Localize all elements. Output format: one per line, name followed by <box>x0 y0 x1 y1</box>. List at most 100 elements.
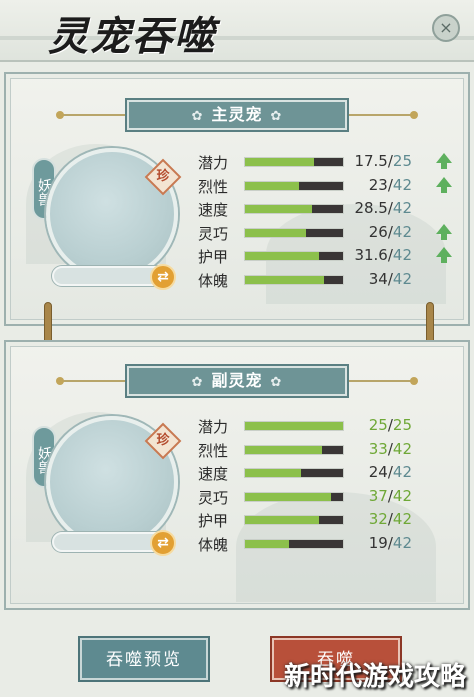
stat-max: 42 <box>392 463 412 481</box>
stat-row: 体魄 34/42 <box>198 270 458 292</box>
stat-label: 潜力 <box>198 418 229 436</box>
stat-bar <box>244 274 344 285</box>
title-bar: 灵宠吞噬 × <box>0 0 474 62</box>
main-pet-header-label: 主灵宠 <box>211 105 263 124</box>
stat-current: 23 <box>368 175 388 194</box>
stat-label: 速度 <box>198 201 229 219</box>
stat-value: 19/42 <box>368 533 412 552</box>
up-arrow-icon <box>436 247 452 263</box>
stat-bar-fill <box>245 181 299 190</box>
header-ornament-dot-left <box>56 377 64 385</box>
up-arrow-icon <box>436 153 452 169</box>
stat-bar-fill <box>245 445 323 454</box>
stat-value: 32/42 <box>368 510 412 528</box>
stat-max: 42 <box>392 175 412 194</box>
stat-bar-fill <box>245 539 290 548</box>
stat-current: 28.5 <box>354 199 388 217</box>
header-ornament-dot-right <box>410 111 418 119</box>
devour-preview-button[interactable]: 吞噬预览 <box>80 638 208 680</box>
stat-max: 42 <box>392 222 412 241</box>
stat-label: 烈性 <box>198 177 229 196</box>
stat-current: 32 <box>368 510 388 528</box>
stat-current: 37 <box>368 486 388 505</box>
stat-label: 护甲 <box>198 248 229 266</box>
stat-current: 17.5 <box>354 152 388 170</box>
swap-sub-pet-button[interactable]: ⇄ <box>150 530 176 556</box>
stat-max: 25 <box>392 152 412 170</box>
stat-bar <box>244 227 344 238</box>
swap-main-pet-button[interactable]: ⇄ <box>150 264 176 290</box>
stat-max: 42 <box>392 269 412 288</box>
sub-pet-header: ✿ 副灵宠 ✿ <box>125 364 349 398</box>
stat-bar-fill <box>245 469 301 477</box>
close-icon[interactable]: × <box>432 14 460 42</box>
rarity-badge-label: 珍 <box>156 169 170 184</box>
flower-icon: ✿ <box>191 109 204 124</box>
stat-bar <box>244 515 344 525</box>
stat-bar-fill <box>245 205 312 213</box>
flower-icon: ✿ <box>191 375 204 390</box>
stat-row: 灵巧 37/42 <box>198 487 458 509</box>
stat-max: 25 <box>392 416 412 434</box>
stat-bar-fill <box>245 252 319 260</box>
stat-label: 体魄 <box>198 535 229 554</box>
stat-row: 体魄 19/42 <box>198 534 458 556</box>
stat-value: 31.6/42 <box>354 246 412 264</box>
main-pet-header: ✿ 主灵宠 ✿ <box>125 98 349 132</box>
header-ornament-dot-left <box>56 111 64 119</box>
stat-label: 烈性 <box>198 441 229 460</box>
stat-value: 34/42 <box>368 269 412 288</box>
stat-row: 护甲 32/42 <box>198 510 458 532</box>
stat-row: 潜力 25/25 <box>198 416 458 438</box>
stat-current: 34 <box>368 269 388 288</box>
stat-bar <box>244 251 344 261</box>
stat-label: 潜力 <box>198 154 229 172</box>
stat-row: 灵巧 26/42 <box>198 223 458 245</box>
stat-bar <box>244 180 344 191</box>
stat-bar <box>244 538 344 549</box>
stat-bar <box>244 444 344 455</box>
stat-bar-fill <box>245 516 320 524</box>
stat-current: 24 <box>368 463 388 481</box>
stat-current: 33 <box>368 439 388 458</box>
stat-value: 28.5/42 <box>354 199 412 217</box>
stat-max: 42 <box>392 533 412 552</box>
stat-row: 潜力 17.5/25 <box>198 152 458 174</box>
stat-label: 灵巧 <box>198 488 229 507</box>
stat-bar <box>244 468 344 478</box>
stat-bar-fill <box>245 158 314 166</box>
stat-max: 42 <box>392 199 412 217</box>
sub-pet-header-label: 副灵宠 <box>211 371 263 390</box>
stat-max: 42 <box>392 486 412 505</box>
flower-icon: ✿ <box>270 109 283 124</box>
stat-label: 灵巧 <box>198 224 229 243</box>
stat-max: 42 <box>392 439 412 458</box>
stat-current: 25 <box>368 416 388 434</box>
up-arrow-icon <box>436 176 452 193</box>
stat-row: 速度 28.5/42 <box>198 199 458 221</box>
stat-bar-fill <box>245 492 332 501</box>
stat-bar-fill <box>245 228 306 237</box>
stat-row: 烈性 33/42 <box>198 440 458 462</box>
stat-label: 护甲 <box>198 512 229 530</box>
stat-max: 42 <box>392 510 412 528</box>
stat-max: 42 <box>392 246 412 264</box>
stat-bar-fill <box>245 422 343 430</box>
stat-label: 体魄 <box>198 271 229 290</box>
stat-row: 护甲 31.6/42 <box>198 246 458 268</box>
stat-value: 23/42 <box>368 175 412 194</box>
up-arrow-icon <box>436 223 452 240</box>
stat-value: 26/42 <box>368 222 412 241</box>
stat-current: 19 <box>368 533 388 552</box>
stat-row: 烈性 23/42 <box>198 176 458 198</box>
header-ornament-dot-right <box>410 377 418 385</box>
stat-current: 31.6 <box>354 246 388 264</box>
watermark: 新时代游戏攻略 <box>283 662 466 692</box>
stat-bar <box>244 157 344 167</box>
stat-row: 速度 24/42 <box>198 463 458 485</box>
stat-value: 25/25 <box>368 416 412 434</box>
stat-bar <box>244 491 344 502</box>
stat-bar-fill <box>245 275 325 284</box>
stat-value: 24/42 <box>368 463 412 481</box>
stat-label: 速度 <box>198 465 229 483</box>
